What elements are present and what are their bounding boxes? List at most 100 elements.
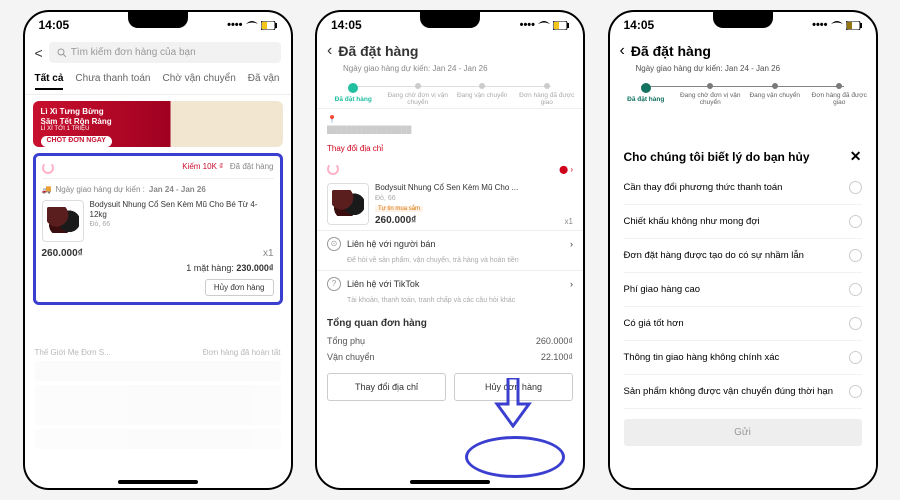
item-price: 260.000₫ bbox=[375, 215, 559, 226]
banner-cta[interactable]: CHỐT ĐƠN NGAY bbox=[41, 136, 112, 146]
faded-l: Thế Giới Mẹ Đơn S... bbox=[35, 348, 111, 357]
screen-orders: < Tìm kiếm đơn hàng của bạn Tất cả Chưa … bbox=[25, 38, 291, 488]
delivery-range: Jan 24 - Jan 26 bbox=[149, 185, 206, 194]
radio-icon[interactable] bbox=[849, 215, 862, 228]
step-placed: Đã đặt hàng bbox=[321, 83, 386, 106]
tab-unpaid[interactable]: Chưa thanh toán bbox=[75, 73, 150, 90]
page-subtitle: Ngày giao hàng dự kiến: Jan 24 - Jan 26 bbox=[317, 64, 583, 77]
step-label: Đã đặt hàng bbox=[614, 96, 679, 103]
subtotal-label: Tổng phụ bbox=[327, 336, 365, 346]
product-thumbnail[interactable] bbox=[327, 183, 369, 225]
summary-header: Tổng quan đơn hàng bbox=[317, 310, 583, 333]
pin-icon: 📍 bbox=[327, 115, 337, 124]
search-input[interactable]: Tìm kiếm đơn hàng của bạn bbox=[49, 42, 281, 63]
search-placeholder: Tìm kiếm đơn hàng của bạn bbox=[71, 47, 196, 58]
reason-text: Sản phẩm không được vận chuyển đúng thời… bbox=[624, 386, 834, 397]
tabs: Tất cả Chưa thanh toán Chờ vận chuyển Đã… bbox=[25, 67, 291, 95]
page-title: Đã đặt hàng bbox=[338, 43, 418, 59]
product-thumbnail[interactable] bbox=[42, 200, 84, 242]
item-variant: Đỏ, 66 bbox=[90, 221, 274, 228]
back-icon[interactable]: < bbox=[35, 45, 43, 61]
radio-icon[interactable] bbox=[849, 181, 862, 194]
sheet-title: Cho chúng tôi biết lý do bạn hủy bbox=[624, 150, 810, 164]
cancel-reason-option[interactable]: Thông tin giao hàng không chính xác bbox=[624, 341, 862, 375]
step-label: Đang chờ đơn vị vận chuyển bbox=[678, 92, 743, 106]
total-label: 1 mặt hàng: bbox=[186, 263, 234, 273]
shipping-label: Vận chuyển bbox=[327, 352, 375, 362]
contact-seller[interactable]: ⊙Liên hệ với người bán› bbox=[317, 230, 583, 257]
truck-icon: 🚚 bbox=[42, 185, 52, 194]
cancel-reason-option[interactable]: Cần thay đổi phương thức thanh toán bbox=[624, 171, 862, 205]
cancel-order-button[interactable]: Hủy đơn hàng bbox=[454, 373, 573, 401]
reason-text: Cần thay đổi phương thức thanh toán bbox=[624, 182, 783, 193]
radio-icon[interactable] bbox=[849, 351, 862, 364]
step-shipping: Đang vận chuyển bbox=[450, 83, 515, 106]
radio-icon[interactable] bbox=[849, 385, 862, 398]
notch bbox=[420, 12, 480, 28]
change-address-link[interactable]: Thay đổi địa chỉ bbox=[317, 140, 583, 159]
cancel-reason-option[interactable]: Đơn đặt hàng được tạo do có sự nhầm lẫn bbox=[624, 239, 862, 273]
submit-button[interactable]: Gửi bbox=[624, 419, 862, 446]
back-icon[interactable]: ‹ bbox=[327, 42, 332, 60]
cancel-reason-option[interactable]: Phí giao hàng cao bbox=[624, 273, 862, 307]
step-label: Đơn hàng đã được giao bbox=[807, 92, 872, 106]
step-label: Đơn hàng đã được giao bbox=[515, 92, 580, 106]
clock: 14:05 bbox=[39, 18, 70, 32]
faded-r: Đơn hàng đã hoàn tất bbox=[203, 348, 281, 357]
page-title-dim: Đã đặt hàng bbox=[631, 43, 711, 59]
shipping-value: 22.100₫ bbox=[541, 352, 573, 362]
step-label: Đang vận chuyển bbox=[450, 92, 515, 99]
status-icons: •••• bbox=[520, 19, 569, 31]
item-qty: x1 bbox=[263, 248, 274, 259]
banner-l2: Săm Tết Rộn Ràng bbox=[41, 117, 275, 127]
phone-2-order-detail: 14:05 •••• ‹ Đã đặt hàng Ngày giao hàng … bbox=[315, 10, 585, 490]
tab-delivering[interactable]: Đã vận bbox=[248, 73, 280, 90]
dimmed-background: 14:05 •••• ‹Đã đặt hàng Ngày giao hàng d… bbox=[610, 12, 876, 108]
item-name: Bodysuit Nhung Cổ Sen Kèm Mũ Cho Bé Từ 4… bbox=[90, 200, 274, 219]
address-block[interactable]: 📍 █████████████████ bbox=[317, 108, 583, 140]
order-card-highlighted[interactable]: Kiếm 10K ₫ Đã đặt hàng 🚚 Ngày giao hàng … bbox=[33, 153, 283, 305]
clock: 14:05 bbox=[624, 18, 655, 32]
status-icons: •••• bbox=[227, 19, 276, 31]
cancel-reason-sheet: Cho chúng tôi biết lý do bạn hủy ✕ Cần t… bbox=[610, 138, 876, 488]
cancel-reason-option[interactable]: Chiết khấu không như mong đợi bbox=[624, 205, 862, 239]
banner-l3: LÌ XÌ TỚI 1 TRIỆU bbox=[41, 126, 275, 133]
tab-all[interactable]: Tất cả bbox=[35, 73, 64, 90]
change-address-button[interactable]: Thay đổi địa chỉ bbox=[327, 373, 446, 401]
order-status: Đã đặt hàng bbox=[230, 162, 274, 171]
clock: 14:05 bbox=[331, 18, 362, 32]
total-value: 230.000₫ bbox=[236, 263, 273, 273]
contact-tiktok-label: Liên hệ với TikTok bbox=[347, 279, 419, 289]
phone-1-order-list: 14:05 •••• < Tìm kiếm đơn hàng của bạn T… bbox=[23, 10, 293, 490]
status-icons: •••• bbox=[812, 19, 861, 31]
coupon-text: Kiếm 10K ₫ bbox=[182, 162, 223, 171]
item-qty: x1 bbox=[565, 217, 573, 226]
home-indicator[interactable] bbox=[118, 480, 198, 484]
loading-icon bbox=[327, 163, 339, 175]
contact-tiktok[interactable]: ?Liên hệ với TikTok› bbox=[317, 270, 583, 297]
radio-icon[interactable] bbox=[849, 249, 862, 262]
item-name: Bodysuit Nhung Cổ Sen Kèm Mũ Cho ... bbox=[375, 183, 559, 193]
tab-shipping[interactable]: Chờ vận chuyển bbox=[163, 73, 236, 90]
cancel-order-button-small[interactable]: Hủy đơn hàng bbox=[205, 279, 274, 296]
notch bbox=[128, 12, 188, 28]
radio-icon[interactable] bbox=[849, 283, 862, 296]
item-variant: Đỏ, 66 bbox=[375, 195, 559, 202]
contact-seller-sub: Để hỏi về sản phẩm, vận chuyển, trả hàng… bbox=[317, 257, 583, 270]
promo-banner[interactable]: Lì Xì Tưng Bừng Săm Tết Rộn Ràng LÌ XÌ T… bbox=[33, 101, 283, 147]
cancel-reason-option[interactable]: Sản phẩm không được vận chuyển đúng thời… bbox=[624, 375, 862, 409]
contact-seller-label: Liên hệ với người bán bbox=[347, 239, 435, 249]
search-icon bbox=[57, 48, 67, 58]
cancel-reason-option[interactable]: Có giá tốt hơn bbox=[624, 307, 862, 341]
close-icon[interactable]: ✕ bbox=[850, 148, 862, 165]
delivery-label: Ngày giao hàng dự kiến : bbox=[55, 185, 144, 194]
phone-3-cancel-reason: 14:05 •••• ‹Đã đặt hàng Ngày giao hàng d… bbox=[608, 10, 878, 490]
reason-text: Có giá tốt hơn bbox=[624, 318, 684, 329]
reason-text: Chiết khấu không như mong đợi bbox=[624, 216, 760, 227]
radio-icon[interactable] bbox=[849, 317, 862, 330]
home-indicator[interactable] bbox=[410, 480, 490, 484]
screen-order-detail: ‹ Đã đặt hàng Ngày giao hàng dự kiến: Ja… bbox=[317, 38, 583, 488]
trust-badge: Tự tin mua sắm bbox=[375, 206, 423, 212]
progress-steps: Đã đặt hàng Đang chờ đơn vị vận chuyển Đ… bbox=[317, 77, 583, 108]
address-redacted: █████████████████ bbox=[327, 127, 573, 134]
